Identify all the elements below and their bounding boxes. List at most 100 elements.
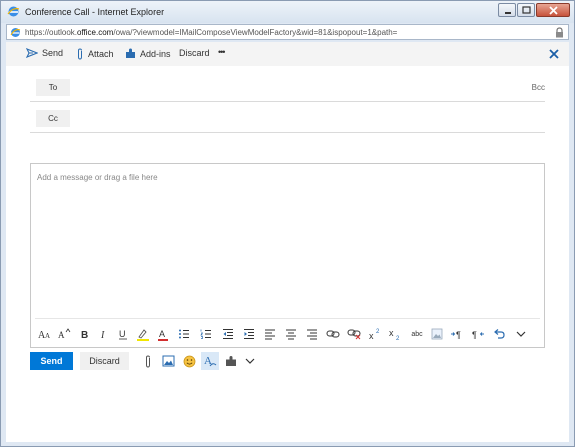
- picture-icon: [431, 328, 443, 340]
- insert-picture-button[interactable]: [160, 353, 176, 369]
- numbering-button[interactable]: [198, 326, 214, 342]
- to-button[interactable]: To: [36, 79, 70, 96]
- svg-text:U: U: [119, 329, 126, 339]
- paperclip-icon: [78, 48, 82, 60]
- subscript-icon: x2: [389, 328, 400, 341]
- bcc-link[interactable]: Bcc: [532, 83, 545, 92]
- bold-icon: B: [81, 330, 88, 340]
- attach-button[interactable]: [140, 353, 156, 369]
- compose-actions: Send Discard A: [30, 352, 545, 374]
- format-text-icon: A: [204, 355, 217, 367]
- formatting-toggle-button[interactable]: A: [201, 352, 219, 370]
- internet-explorer-icon: [7, 6, 20, 17]
- discard-button[interactable]: Discard: [80, 352, 129, 370]
- strikethrough-button[interactable]: abc: [406, 326, 428, 342]
- outdent-icon: [223, 329, 233, 339]
- font-size-increase-button[interactable]: A: [56, 326, 72, 342]
- url-suffix: /owa/?viewmodel=IMailComposeViewModelFac…: [113, 28, 398, 37]
- align-right-button[interactable]: [304, 326, 320, 342]
- ltr-button[interactable]: ¶: [449, 326, 465, 342]
- align-center-icon: [286, 329, 296, 340]
- unlink-icon: [347, 329, 361, 340]
- addins-icon: [226, 356, 236, 366]
- paperclip-icon: [146, 354, 150, 368]
- more-formatting-button[interactable]: [513, 326, 529, 342]
- command-bar: Send Attach Add-ins Discard •••: [6, 42, 569, 66]
- svg-text:B: B: [81, 330, 88, 340]
- cc-button[interactable]: Cc: [36, 110, 70, 127]
- italic-button[interactable]: I: [96, 326, 112, 342]
- undo-button[interactable]: [491, 326, 507, 342]
- bulleted-list-icon: [179, 329, 189, 339]
- window-controls: [497, 3, 570, 17]
- align-center-button[interactable]: [283, 326, 299, 342]
- cmd-attach-label: Attach: [88, 49, 114, 59]
- svg-text:x: x: [389, 328, 394, 338]
- font-color-button[interactable]: A: [155, 326, 171, 342]
- svg-text:x: x: [369, 331, 374, 340]
- remove-link-button[interactable]: [346, 326, 362, 342]
- bold-button[interactable]: B: [77, 326, 93, 342]
- chevron-down-icon: [245, 358, 255, 364]
- italic-icon: I: [100, 330, 105, 340]
- to-input[interactable]: [78, 78, 498, 96]
- increase-indent-button[interactable]: [241, 326, 257, 342]
- url-text: https://outlook.office.com/owa/?viewmode…: [25, 28, 397, 37]
- highlight-button[interactable]: [135, 326, 151, 342]
- message-body[interactable]: Add a message or drag a file here A A A: [30, 163, 545, 348]
- more-actions-button[interactable]: [242, 353, 258, 369]
- cmd-send-label: Send: [42, 48, 64, 58]
- highlighter-icon: [137, 328, 149, 341]
- svg-text:A: A: [159, 329, 165, 339]
- svg-text:A: A: [45, 332, 50, 340]
- underline-button[interactable]: U: [115, 326, 131, 342]
- strikethrough-label: abc: [411, 330, 423, 338]
- svg-text:¶: ¶: [472, 330, 477, 340]
- insert-link-button[interactable]: [325, 326, 341, 342]
- close-window-button[interactable]: [536, 3, 570, 17]
- font-size-decrease-button[interactable]: A A: [37, 326, 53, 342]
- bullets-button[interactable]: [176, 326, 192, 342]
- undo-icon: [494, 329, 505, 339]
- right-to-left-icon: ¶: [472, 330, 484, 340]
- maximize-button[interactable]: [517, 3, 535, 17]
- insert-picture-inline-button[interactable]: [429, 326, 445, 342]
- svg-text:I: I: [100, 330, 105, 340]
- address-bar[interactable]: https://outlook.office.com/owa/?viewmode…: [6, 24, 569, 40]
- minimize-button[interactable]: [498, 3, 516, 17]
- chevron-down-icon: [516, 331, 526, 337]
- more-options-label: •••: [218, 47, 226, 57]
- align-left-button[interactable]: [262, 326, 278, 342]
- cmd-addins-button[interactable]: Add-ins: [125, 48, 171, 59]
- svg-text:2: 2: [396, 336, 400, 341]
- numbered-list-icon: [200, 329, 211, 339]
- cmd-send-button[interactable]: Send: [26, 48, 63, 58]
- superscript-button[interactable]: x2: [367, 326, 383, 342]
- decrease-indent-button[interactable]: [220, 326, 236, 342]
- url-prefix: https://outlook.: [25, 28, 78, 37]
- more-options-button[interactable]: •••: [218, 47, 226, 57]
- minimize-icon: [505, 12, 511, 14]
- close-compose-icon[interactable]: [547, 47, 561, 61]
- addins-button[interactable]: [223, 353, 239, 369]
- lock-icon: [556, 27, 563, 38]
- send-button[interactable]: Send: [30, 352, 73, 370]
- font-grow-icon: A: [58, 328, 71, 340]
- align-right-icon: [307, 329, 317, 340]
- link-icon: [326, 330, 340, 338]
- url-domain: office.com: [77, 28, 114, 37]
- image-icon: [162, 355, 174, 367]
- subscript-button[interactable]: x2: [387, 326, 403, 342]
- addins-icon: [126, 48, 135, 58]
- underline-icon: U: [119, 329, 127, 340]
- window-title: Conference Call - Internet Explorer: [25, 7, 165, 17]
- cmd-discard-button[interactable]: Discard: [179, 48, 210, 58]
- smiley-icon: [183, 355, 195, 367]
- font-size-icon: A A: [38, 330, 50, 340]
- cc-input[interactable]: [78, 109, 498, 127]
- emoji-button[interactable]: [181, 353, 197, 369]
- cmd-attach-button[interactable]: Attach: [76, 48, 114, 60]
- title-bar: Conference Call - Internet Explorer: [1, 1, 574, 23]
- rtl-button[interactable]: ¶: [470, 326, 486, 342]
- formatting-toolbar: A A A B I U A x 2 x 2 abc ¶ ¶: [31, 324, 544, 344]
